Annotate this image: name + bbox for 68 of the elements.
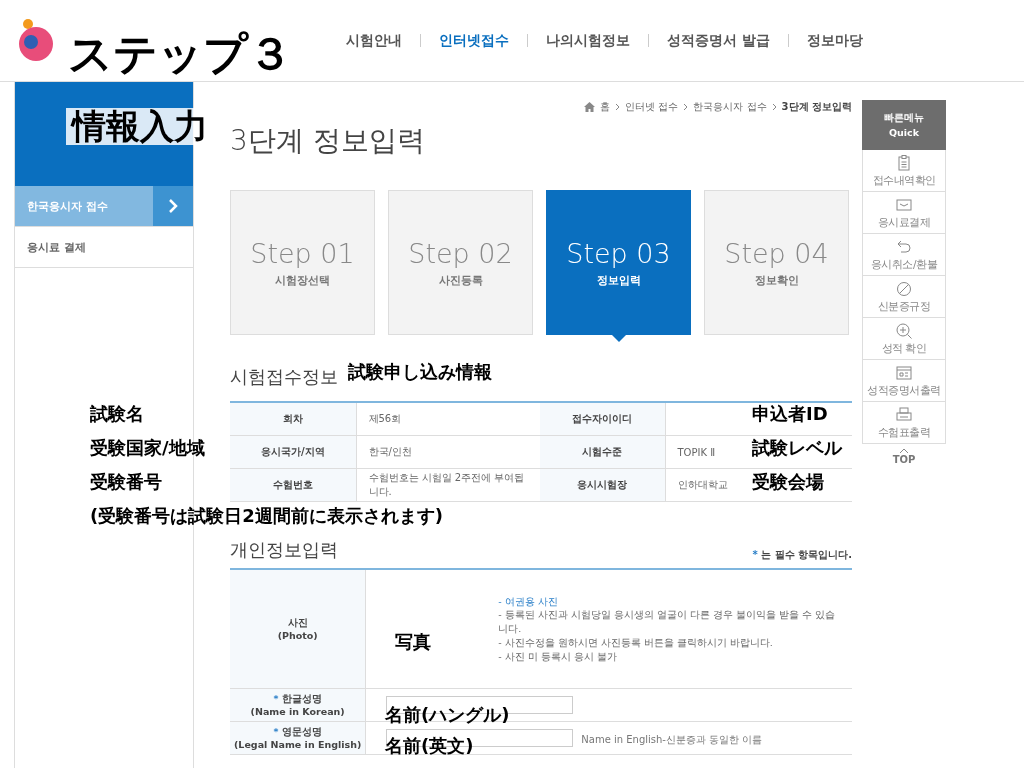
annotation-text: 試験レベル bbox=[752, 438, 842, 458]
nav-link[interactable]: 인터넷접수 bbox=[421, 31, 527, 50]
nav-link[interactable]: 정보마당 bbox=[788, 31, 881, 50]
row-label: 수험번호 bbox=[272, 479, 313, 490]
annotation-text: 写真 bbox=[395, 632, 431, 652]
row-label: 접수자이이디 bbox=[572, 413, 633, 424]
nav-link[interactable]: 성적증명서 발급 bbox=[649, 31, 788, 50]
chevron-icon bbox=[168, 199, 178, 213]
breadcrumb-link[interactable]: 인터넷 접수 bbox=[625, 100, 679, 114]
notice-text: - 사진수정을 원하시면 사진등록 버튼을 클릭하시기 바랍니다. bbox=[498, 635, 774, 650]
quick-menu-item[interactable]: 응시료결제 bbox=[862, 192, 946, 235]
row-label: 회차 bbox=[282, 413, 303, 424]
row-label: * 한글성명 (Name in Korean) bbox=[249, 693, 346, 717]
quick-menu-item[interactable]: 접수내역확인 bbox=[862, 150, 946, 193]
required-note: * 는 필수 항목입니다. bbox=[752, 548, 852, 562]
printer-icon bbox=[895, 405, 913, 424]
annotation-text: 試験名 bbox=[90, 404, 144, 424]
notice-text: - 사진 미 등록시 응시 불가 bbox=[498, 649, 618, 664]
row-label: 응시시험장 bbox=[577, 479, 628, 490]
section-title: 개인정보입력 bbox=[230, 538, 338, 562]
pointer-icon bbox=[611, 334, 627, 342]
quick-menu-header: 빠른메뉴 Quick bbox=[862, 100, 946, 151]
chevron-icon bbox=[615, 103, 621, 111]
nav-link[interactable]: 나의시험정보 bbox=[528, 31, 648, 50]
annotation-text: 受験会場 bbox=[752, 472, 824, 492]
top-link[interactable]: TOP bbox=[862, 448, 946, 466]
row-label: * 영문성명 (Legal Name in English) bbox=[234, 726, 362, 750]
zoom-in-icon bbox=[895, 321, 913, 340]
table-cell: 인하대학교 bbox=[677, 479, 728, 490]
breadcrumb-link[interactable]: 홈 bbox=[600, 100, 611, 114]
home-icon[interactable] bbox=[584, 102, 596, 112]
annotation-text: (受験番号は試験日2週間前に表示されます) bbox=[90, 506, 443, 526]
section-title: 시험접수정보 bbox=[230, 365, 338, 389]
chevron-icon bbox=[771, 103, 777, 111]
row-label: 응시국가/지역 bbox=[260, 446, 325, 457]
step-tab[interactable]: Step 04 정보확인 bbox=[704, 190, 849, 335]
annotation-text: 名前(英文) bbox=[385, 736, 474, 756]
table-cell: TOPIK Ⅱ bbox=[677, 446, 716, 458]
chevron-icon bbox=[683, 103, 689, 111]
field-hint: Name in English-신분증과 동일한 이름 bbox=[581, 733, 763, 745]
annotation-text: 申込者ID bbox=[752, 404, 828, 424]
notice-link[interactable]: - 여권용 사진 bbox=[498, 594, 840, 609]
quick-menu-item[interactable]: 성적 확인 bbox=[862, 318, 946, 361]
annotation-text: 名前(ハングル) bbox=[385, 705, 510, 725]
row-label: 시험수준 bbox=[582, 446, 623, 457]
table-cell: 제56회 bbox=[368, 413, 402, 424]
quick-menu-item[interactable]: 응시취소/환불 bbox=[862, 234, 946, 277]
sidebar-item[interactable]: 응시료 결제 bbox=[15, 227, 193, 268]
page-title: 3단계 정보입력 bbox=[230, 123, 425, 159]
annotation-text: 受験国家/地域 bbox=[90, 438, 205, 458]
caret-icon bbox=[899, 448, 909, 455]
document-icon bbox=[895, 363, 913, 382]
breadcrumb-link[interactable]: 한국응시자 접수 bbox=[693, 100, 767, 114]
step-tab[interactable]: Step 02 사진등록 bbox=[388, 190, 533, 335]
notice-text: - 등록된 사진과 시험당일 응시생의 얼굴이 다른 경우 불이익을 받을 수 있습니다. bbox=[498, 608, 836, 636]
clipboard-icon bbox=[895, 153, 913, 172]
row-label: 사진 (Photo) bbox=[276, 617, 319, 641]
table-cell: 수험번호는 시험일 2주전에 부여됩니다. bbox=[368, 472, 525, 497]
quick-menu-item[interactable]: 신분증규정 bbox=[862, 276, 946, 319]
quick-menu-item[interactable]: 수험표출력 bbox=[862, 402, 946, 445]
breadcrumb-link[interactable]: 3단계 정보입력 bbox=[781, 100, 852, 114]
annotation-text: 試験申し込み情報 bbox=[348, 362, 492, 382]
quick-menu-item[interactable]: 성적증명서출력 bbox=[862, 360, 946, 403]
annotation-text: 受験番号 bbox=[90, 472, 162, 492]
ban-icon bbox=[895, 279, 913, 298]
nav-link[interactable]: 시험안내 bbox=[328, 31, 420, 50]
table-cell: 한국/인천 bbox=[368, 446, 412, 457]
step-tab[interactable]: Step 01 시험장선택 bbox=[230, 190, 375, 335]
